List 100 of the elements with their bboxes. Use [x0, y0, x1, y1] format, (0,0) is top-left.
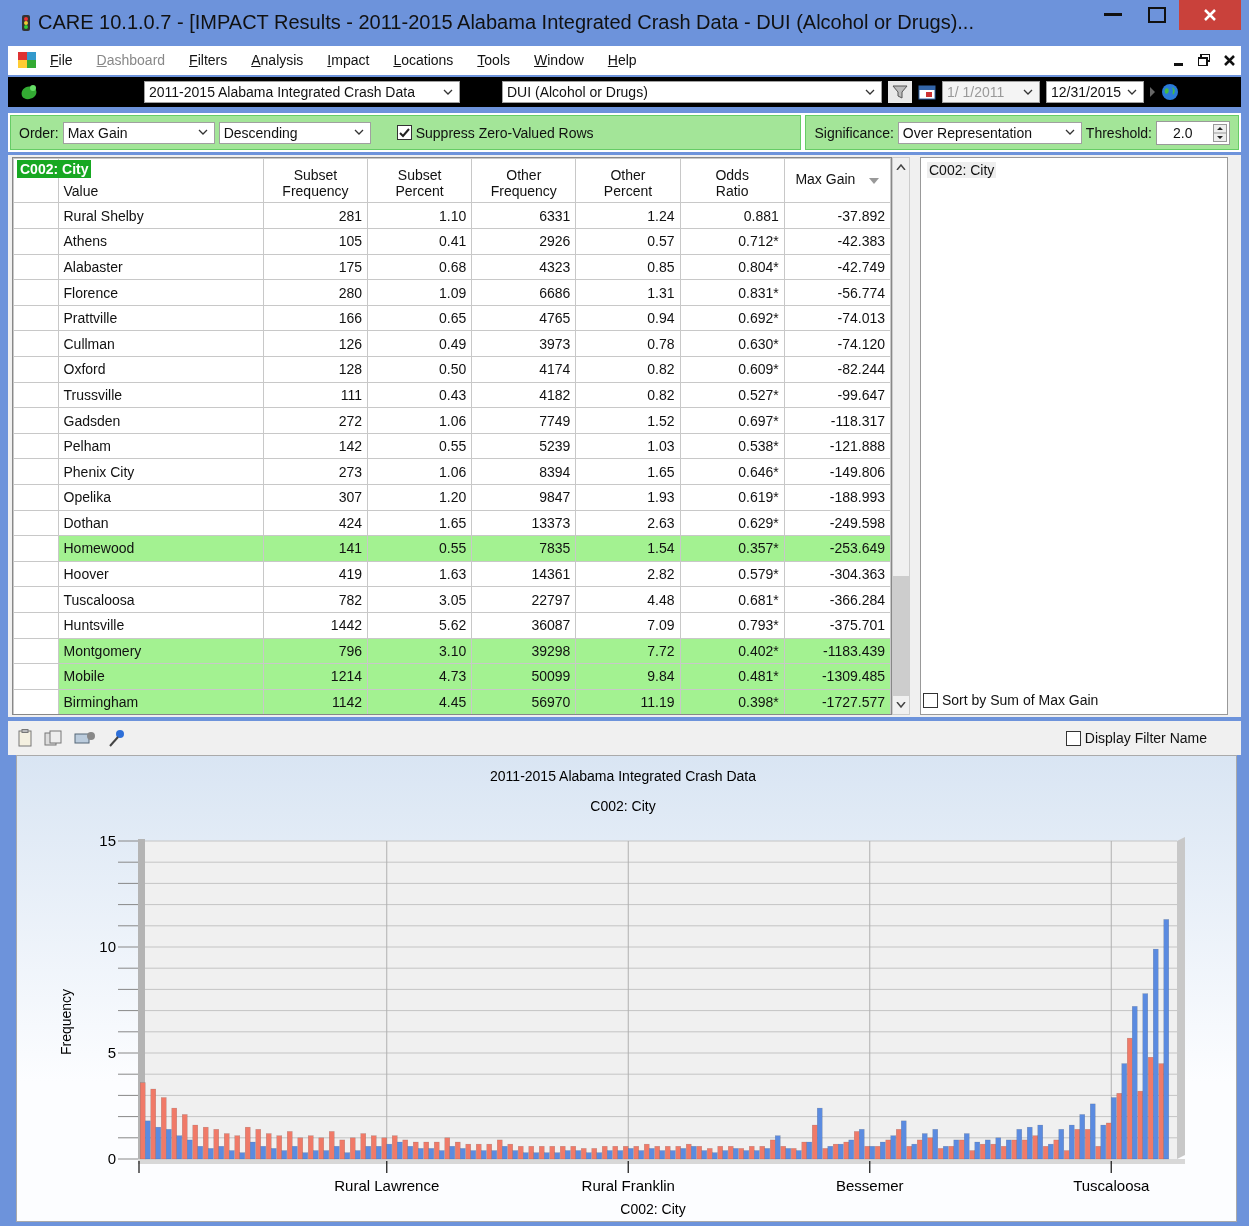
table-cell: Athens: [58, 228, 264, 255]
table-cell: 0.692*: [680, 305, 785, 331]
column-header[interactable]: Odds Ratio: [680, 158, 785, 203]
window-title: CARE 10.1.0.7 - [IMPACT Results - 2011-2015 Alabama Integrated Crash Data - DUI (Alcohol or Drugs)...: [38, 11, 975, 35]
table-cell: 1.65: [575, 458, 681, 485]
table-cell: 0.49: [367, 330, 472, 357]
table-cell: 0.609*: [680, 356, 785, 383]
menu-item[interactable]: Impact: [315, 52, 382, 69]
table-cell: 175: [263, 254, 368, 280]
table-cell: 2.63: [575, 510, 681, 536]
table-cell: 14361: [471, 561, 576, 587]
table-cell: Pelham: [58, 433, 264, 459]
table-cell: 1.24: [575, 202, 681, 229]
order-dropdown[interactable]: Max Gain: [62, 121, 215, 144]
column-header[interactable]: Subset Percent: [367, 158, 472, 203]
table-cell: Rural Shelby: [58, 202, 264, 229]
table-cell: 36087: [471, 612, 576, 639]
dataset-dropdown[interactable]: 2011-2015 Alabama Integrated Crash Data: [144, 81, 460, 103]
table-cell: 0.94: [575, 305, 681, 331]
menu-item[interactable]: Window: [522, 52, 596, 69]
checkbox-label: Display Filter Name: [1084, 730, 1207, 747]
table-cell: 56970: [471, 689, 576, 715]
y-tick-label: 5: [107, 1044, 116, 1062]
table-cell: 1.10: [367, 202, 472, 229]
table-title-badge: C002: City: [17, 160, 92, 179]
table-cell: 273: [263, 458, 368, 485]
table-cell: -82.244: [784, 356, 891, 383]
significance-dropdown[interactable]: Over Representation: [897, 121, 1082, 144]
threshold-label: Threshold:: [1085, 124, 1152, 141]
table-cell: 4.48: [575, 586, 681, 613]
table-cell: 782: [263, 586, 368, 613]
table-cell: 0.881: [680, 202, 785, 229]
chart-title: 2011-2015 Alabama Integrated Crash Data: [490, 768, 756, 785]
table-cell: Mobile: [58, 663, 264, 690]
table-cell: 0.43: [367, 382, 472, 408]
table-cell: 1142: [263, 689, 368, 715]
column-header[interactable]: Max Gain: [784, 158, 891, 203]
table-cell: Oxford: [58, 356, 264, 383]
table-cell: 50099: [471, 663, 576, 690]
table-cell: 0.68: [367, 254, 472, 280]
table-cell: 0.402*: [680, 638, 785, 664]
x-tick-label: Rural Franklin: [581, 1177, 675, 1195]
table-cell: 7.09: [575, 612, 681, 639]
table-cell: 0.629*: [680, 510, 785, 536]
table-cell: 1.63: [367, 561, 472, 587]
table-cell: Tuscaloosa: [58, 586, 264, 613]
column-header[interactable]: Other Percent: [575, 158, 681, 203]
table-cell: 1442: [263, 612, 368, 639]
table-cell: 7.72: [575, 638, 681, 664]
menu-item[interactable]: Tools: [465, 52, 522, 69]
table-cell: 1.52: [575, 407, 681, 434]
table-cell: 4182: [471, 382, 576, 408]
menu-item[interactable]: File: [36, 52, 85, 69]
table-cell: Huntsville: [58, 612, 264, 639]
table-cell: 0.831*: [680, 279, 785, 306]
menu-item[interactable]: Analysis: [239, 52, 316, 69]
end-date-field[interactable]: 12/31/2015: [1046, 81, 1144, 103]
table-cell: Alabaster: [58, 254, 264, 280]
menu-item[interactable]: Locations: [381, 52, 466, 69]
menu-item[interactable]: Help: [595, 52, 649, 69]
table-cell: 2926: [471, 228, 576, 255]
table-cell: 1.93: [575, 484, 681, 511]
table-cell: -99.647: [784, 382, 891, 408]
table-cell: -366.284: [784, 586, 891, 613]
table-cell: 0.357*: [680, 535, 785, 562]
table-cell: 1.31: [575, 279, 681, 306]
menu-item[interactable]: Filters: [177, 52, 240, 69]
table-cell: 0.579*: [680, 561, 785, 587]
threshold-spinner[interactable]: 2.0: [1156, 120, 1230, 145]
table-cell: 419: [263, 561, 368, 587]
table-cell: 3.10: [367, 638, 472, 664]
table-cell: 0.65: [367, 305, 472, 331]
filter-dropdown[interactable]: DUI (Alcohol or Drugs): [502, 81, 882, 103]
table-cell: 281: [263, 202, 368, 229]
table-cell: 4.73: [367, 663, 472, 690]
table-cell: -188.993: [784, 484, 891, 511]
table-cell: -118.317: [784, 407, 891, 434]
table-cell: 272: [263, 407, 368, 434]
table-cell: 4.45: [367, 689, 472, 715]
column-header[interactable]: Other Frequency: [471, 158, 576, 203]
table-cell: 11.19: [575, 689, 681, 715]
table-cell: Montgomery: [58, 638, 264, 664]
table-cell: 6686: [471, 279, 576, 306]
table-cell: 8394: [471, 458, 576, 485]
table-cell: 166: [263, 305, 368, 331]
table-cell: -1727.577: [784, 689, 891, 715]
table-cell: 0.398*: [680, 689, 785, 715]
table-cell: 1.03: [575, 433, 681, 459]
table-cell: -37.892: [784, 202, 891, 229]
x-tick-label: Bessemer: [836, 1177, 904, 1195]
table-cell: Gadsden: [58, 407, 264, 434]
table-cell: 1.09: [367, 279, 472, 306]
table-cell: 3973: [471, 330, 576, 357]
column-header[interactable]: Subset Frequency: [263, 158, 368, 203]
table-cell: Florence: [58, 279, 264, 306]
table-cell: 0.78: [575, 330, 681, 357]
table-cell: 105: [263, 228, 368, 255]
direction-dropdown[interactable]: Descending: [218, 121, 371, 144]
table-cell: Hoover: [58, 561, 264, 587]
checkbox-label: Suppress Zero-Valued Rows: [415, 124, 594, 141]
